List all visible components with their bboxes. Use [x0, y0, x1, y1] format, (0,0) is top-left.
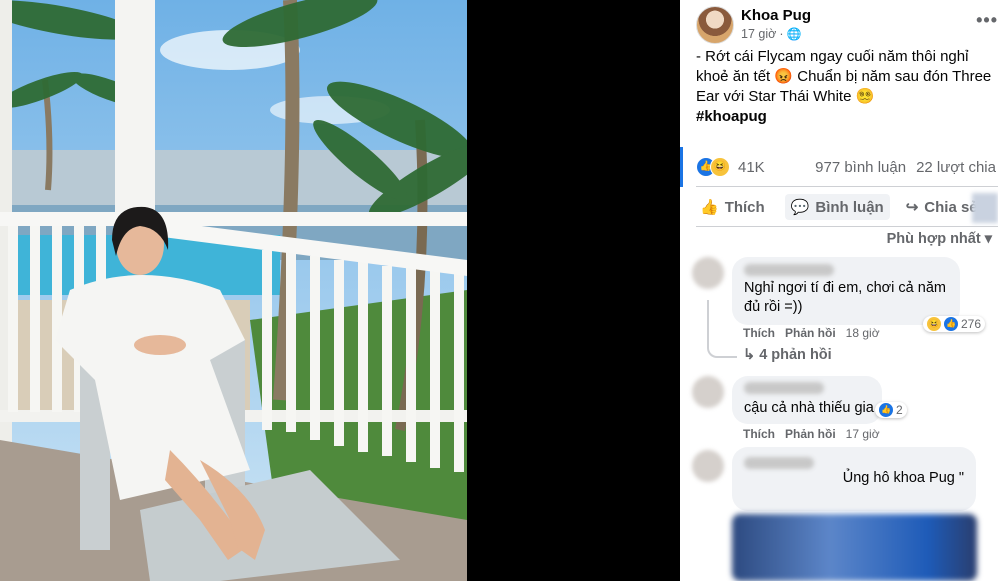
like-button[interactable]: 👍 Thích [694, 194, 771, 220]
post-meta: 17 giờ · 🌐 [741, 27, 802, 41]
post-stats: 👍 😆 41K 977 bình luận 22 lượt chia sẻ [680, 150, 998, 184]
share-icon: ↪ [905, 199, 919, 216]
haha-reaction-icon: 😆 [710, 157, 730, 177]
comment-meta: Thích Phản hồi 17 giờ [743, 427, 880, 441]
view-replies-link[interactable]: ↳ 4 phản hồi [743, 347, 832, 363]
comment-reaction-count: 276 [961, 317, 982, 331]
commenter-name[interactable] [744, 382, 824, 394]
chevron-down-icon: ▾ [984, 231, 992, 247]
comment-reactions[interactable]: 👍 2 [875, 402, 907, 418]
comment-reaction-count: 2 [896, 403, 903, 417]
comment-label: Bình luận [815, 198, 884, 216]
comment-meta: Thích Phản hồi 18 giờ [743, 326, 880, 340]
reaction-icons[interactable]: 👍 😆 [696, 157, 732, 177]
more-icon[interactable]: ••• [976, 10, 998, 31]
hashtag-link[interactable]: #khoapug [696, 107, 994, 127]
blurred-avatar [972, 193, 998, 223]
media-backdrop [467, 0, 680, 581]
commenter-avatar[interactable] [692, 257, 724, 289]
author-name[interactable]: Khoa Pug [741, 7, 811, 24]
comment-time[interactable]: 17 giờ [846, 427, 880, 441]
commenter-name[interactable] [744, 264, 834, 276]
comment-reply-link[interactable]: Phản hồi [785, 326, 836, 340]
share-label: Chia sẻ [924, 198, 978, 216]
comment-bubble: Nghỉ ngơi tí đi em, chơi cả năm đủ rồi =… [732, 257, 960, 325]
comment-like-link[interactable]: Thích [743, 427, 775, 441]
comment-like-link[interactable]: Thích [743, 326, 775, 340]
comment-text: cậu cả nhà thiếu gia [744, 400, 874, 416]
like-label: Thích [724, 198, 765, 216]
post-time[interactable]: 17 giờ [741, 27, 776, 41]
reply-arrow-icon: ↳ [743, 347, 756, 363]
comment-time[interactable]: 18 giờ [846, 326, 880, 340]
replies-count: 4 phản hồi [759, 347, 832, 363]
avatar[interactable] [696, 6, 734, 44]
comment-text: Ủng hô khoa Pug " [842, 470, 964, 486]
globe-icon: 🌐 [786, 27, 802, 41]
thread-line [707, 300, 737, 358]
post-photo[interactable] [0, 0, 467, 581]
comment-count[interactable]: 977 bình luận [815, 159, 906, 176]
like-reaction-icon: 👍 [879, 403, 893, 417]
divider [696, 186, 998, 187]
post-caption: - Rớt cái Flycam ngay cuối năm thôi nghỉ… [696, 47, 994, 127]
comment-bubble: Ủng hô khoa Pug " [732, 447, 976, 511]
comment-button[interactable]: 💬 Bình luận [784, 194, 890, 220]
commenter-avatar[interactable] [692, 450, 724, 482]
comment-icon: 💬 [790, 199, 810, 216]
caption-text: - Rớt cái Flycam ngay cuối năm thôi nghỉ… [696, 48, 992, 105]
haha-reaction-icon: 😆 [927, 317, 941, 331]
photo-illustration [0, 0, 467, 581]
commenter-name[interactable] [744, 457, 814, 469]
comment-reply-link[interactable]: Phản hồi [785, 427, 836, 441]
like-reaction-icon: 👍 [944, 317, 958, 331]
comment-reactions[interactable]: 😆 👍 276 [923, 316, 986, 332]
divider [696, 226, 998, 227]
post-panel: Khoa Pug 17 giờ · 🌐 ••• - Rớt cái Flycam… [680, 0, 998, 581]
sort-dropdown[interactable]: Phù hợp nhất ▾ [887, 231, 992, 247]
action-bar: 👍 Thích 💬 Bình luận ↪ Chia sẻ [680, 190, 998, 224]
reaction-count[interactable]: 41K [738, 159, 765, 176]
sort-label: Phù hợp nhất [886, 231, 981, 247]
commenter-avatar[interactable] [692, 376, 724, 408]
comment-bubble: cậu cả nhà thiếu gia [732, 376, 882, 424]
thumbs-up-icon: 👍 [700, 199, 719, 216]
share-count[interactable]: 22 lượt chia sẻ [916, 159, 998, 176]
comment-image[interactable] [732, 514, 977, 581]
comment-text: Nghỉ ngơi tí đi em, chơi cả năm đủ rồi =… [744, 280, 946, 315]
